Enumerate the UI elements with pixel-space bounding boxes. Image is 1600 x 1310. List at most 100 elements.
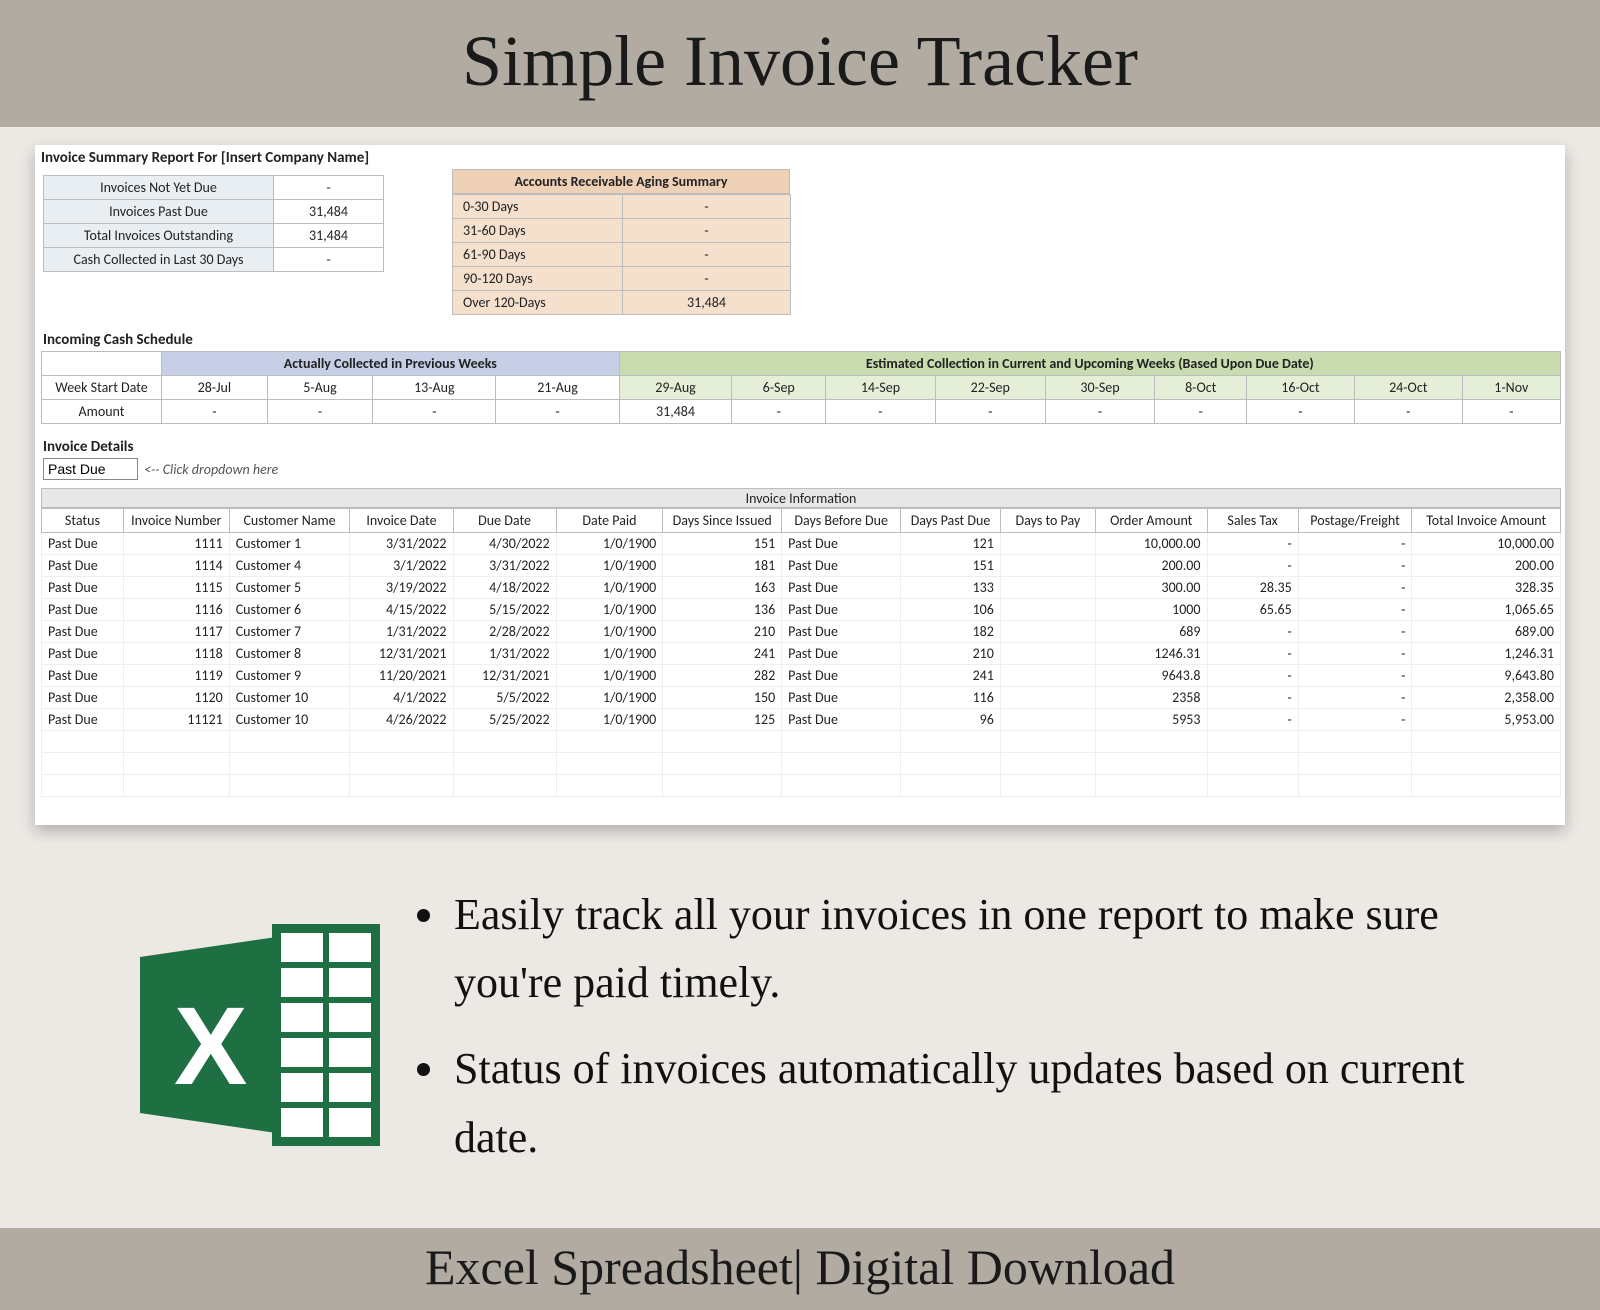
cell: 163 — [663, 577, 782, 599]
cell: Past Due — [42, 643, 124, 665]
details-col: Days Before Due — [782, 509, 901, 533]
prev-amount: - — [373, 400, 496, 424]
cell: 5/15/2022 — [453, 599, 556, 621]
prev-amount: - — [267, 400, 373, 424]
cell: 150 — [663, 687, 782, 709]
prev-header: Actually Collected in Previous Weeks — [162, 352, 620, 376]
cell: 300.00 — [1095, 577, 1207, 599]
cell: - — [1298, 533, 1412, 555]
est-week: 29-Aug — [619, 376, 732, 400]
summary-table: Invoices Not Yet Due-Invoices Past Due31… — [43, 175, 384, 272]
est-week: 24-Oct — [1354, 376, 1462, 400]
cell: 1,065.65 — [1412, 599, 1561, 621]
summary-value: - — [274, 248, 384, 272]
invoice-information-band: Invoice Information — [41, 488, 1561, 508]
cell: Customer 5 — [229, 577, 350, 599]
details-col: Invoice Number — [123, 509, 229, 533]
promo-bullet: Status of invoices automatically updates… — [450, 1035, 1500, 1171]
cell: 328.35 — [1412, 577, 1561, 599]
invoice-details-table: StatusInvoice NumberCustomer NameInvoice… — [41, 508, 1561, 797]
cell: - — [1298, 555, 1412, 577]
aging-label: 90-120 Days — [453, 267, 623, 291]
cell: 1111 — [123, 533, 229, 555]
cell: 116 — [901, 687, 1001, 709]
prev-amount: - — [496, 400, 619, 424]
cell: 1000 — [1095, 599, 1207, 621]
cell: 1/0/1900 — [556, 533, 663, 555]
est-amount: - — [1155, 400, 1247, 424]
cell: Past Due — [782, 643, 901, 665]
cell: Past Due — [782, 555, 901, 577]
cell: - — [1207, 709, 1298, 731]
cell: 210 — [901, 643, 1001, 665]
prev-amount: - — [162, 400, 268, 424]
aging-value: - — [623, 267, 791, 291]
cell: - — [1298, 621, 1412, 643]
cell: 689 — [1095, 621, 1207, 643]
est-week: 1-Nov — [1462, 376, 1560, 400]
cell: 282 — [663, 665, 782, 687]
cell: Past Due — [782, 665, 901, 687]
cell: 2/28/2022 — [453, 621, 556, 643]
invoice-details-title: Invoice Details — [43, 438, 1559, 456]
cell: 1/0/1900 — [556, 709, 663, 731]
prev-week: 5-Aug — [267, 376, 373, 400]
cell: 1114 — [123, 555, 229, 577]
cell: - — [1298, 709, 1412, 731]
est-amount: - — [935, 400, 1045, 424]
cell: 4/15/2022 — [350, 599, 453, 621]
cell: 4/30/2022 — [453, 533, 556, 555]
cell: Past Due — [782, 709, 901, 731]
cell: Customer 9 — [229, 665, 350, 687]
cell: - — [1298, 687, 1412, 709]
spreadsheet-area: Invoice Summary Report For [Insert Compa… — [0, 127, 1600, 843]
est-week: 16-Oct — [1247, 376, 1355, 400]
aging-title: Accounts Receivable Aging Summary — [452, 169, 790, 194]
est-amount: - — [732, 400, 826, 424]
cash-schedule-table: Actually Collected in Previous Weeks Est… — [41, 351, 1561, 424]
details-col: Due Date — [453, 509, 556, 533]
cell: - — [1298, 599, 1412, 621]
cell: - — [1207, 687, 1298, 709]
cell: Past Due — [42, 577, 124, 599]
cell: 1/31/2022 — [453, 643, 556, 665]
cell: 151 — [901, 555, 1001, 577]
cell: 1,246.31 — [1412, 643, 1561, 665]
cell: 5,953.00 — [1412, 709, 1561, 731]
excel-icon: X — [140, 920, 380, 1150]
cell: 1/0/1900 — [556, 599, 663, 621]
table-row: Past Due1116Customer 64/15/20225/15/2022… — [42, 599, 1561, 621]
cell: Past Due — [42, 687, 124, 709]
details-col: Sales Tax — [1207, 509, 1298, 533]
cell: Past Due — [42, 599, 124, 621]
cell: Customer 10 — [229, 709, 350, 731]
cell: 181 — [663, 555, 782, 577]
details-col: Days Since Issued — [663, 509, 782, 533]
aging-label: 0-30 Days — [453, 195, 623, 219]
cell: 1116 — [123, 599, 229, 621]
prev-week: 28-Jul — [162, 376, 268, 400]
cell: 2,358.00 — [1412, 687, 1561, 709]
details-col: Invoice Date — [350, 509, 453, 533]
cell: 1117 — [123, 621, 229, 643]
cell: 11121 — [123, 709, 229, 731]
est-amount: - — [826, 400, 936, 424]
status-filter-dropdown[interactable] — [43, 458, 138, 480]
table-row: Past Due1119Customer 911/20/202112/31/20… — [42, 665, 1561, 687]
summary-value: 31,484 — [274, 200, 384, 224]
cell: 10,000.00 — [1412, 533, 1561, 555]
prev-week: 13-Aug — [373, 376, 496, 400]
cell: 1/0/1900 — [556, 555, 663, 577]
summary-label: Total Invoices Outstanding — [44, 224, 274, 248]
cell: 689.00 — [1412, 621, 1561, 643]
table-row: Past Due1117Customer 71/31/20222/28/2022… — [42, 621, 1561, 643]
cell: 151 — [663, 533, 782, 555]
cell: 1/0/1900 — [556, 577, 663, 599]
est-week: 8-Oct — [1155, 376, 1247, 400]
est-amount: - — [1462, 400, 1560, 424]
cell: Past Due — [42, 533, 124, 555]
details-col: Status — [42, 509, 124, 533]
cell: Past Due — [782, 621, 901, 643]
est-amount: 31,484 — [619, 400, 732, 424]
est-header: Estimated Collection in Current and Upco… — [619, 352, 1560, 376]
